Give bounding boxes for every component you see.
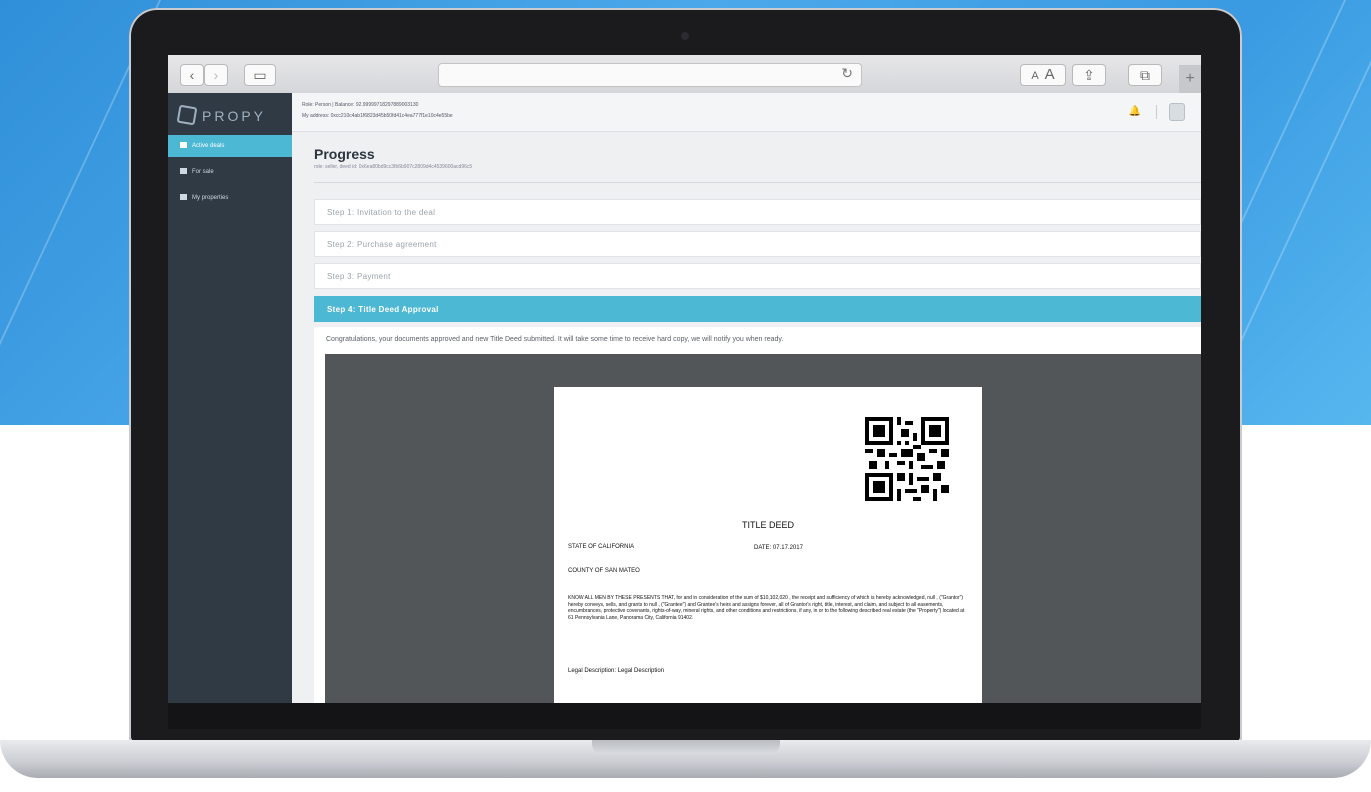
page-title: Progress <box>314 146 375 162</box>
tabs-icon: ⧉ <box>1140 67 1150 83</box>
logo-text: PROPY <box>202 108 267 124</box>
font-small-button[interactable]: A <box>1031 70 1038 82</box>
step-4[interactable]: Step 4: Title Deed Approval <box>314 296 1201 322</box>
propy-logo[interactable]: PROPY <box>176 104 267 127</box>
sidebar-item-label: For sale <box>192 169 214 175</box>
forward-button[interactable]: › <box>204 64 228 86</box>
sidebar-item-for-sale[interactable]: For sale <box>168 161 292 183</box>
home-icon <box>180 168 187 174</box>
app-header: Role: Person | Balance: 92.9999971829788… <box>292 93 1201 132</box>
share-icon: ⇪ <box>1083 67 1095 83</box>
share-button[interactable]: ⇪ <box>1072 64 1106 86</box>
chevron-right-icon: › <box>213 67 219 83</box>
camera <box>681 32 689 40</box>
deed-legal-description: Legal Description: Legal Description <box>568 668 665 674</box>
congrats-message: Congratulations, your documents approved… <box>326 336 784 343</box>
notification-bell-icon[interactable]: 🔔 <box>1129 106 1141 117</box>
house-logo-icon <box>176 104 198 126</box>
sidebar-item-my-properties[interactable]: My properties <box>168 187 292 209</box>
deed-body: KNOW ALL MEN BY THESE PRESENTS THAT, for… <box>568 595 965 621</box>
chevron-left-icon: ‹ <box>189 67 195 83</box>
sidebar-item-label: My properties <box>192 195 229 201</box>
user-avatar[interactable] <box>1169 103 1185 121</box>
main-content: Progress role: seller, deed id: 0x6ea80b… <box>292 132 1201 703</box>
deal-subtitle: role: seller, deed id: 0x6ea80bd9cc3fb6b… <box>314 164 473 170</box>
font-large-button[interactable]: A <box>1045 66 1055 83</box>
font-size-control[interactable]: AA <box>1020 64 1066 86</box>
home-icon <box>180 194 187 200</box>
sidebar-toggle-icon: ▭ <box>253 67 267 83</box>
qr-code-icon <box>865 417 949 501</box>
screen: ‹ › ▭ ↻ AA ⇪ ⧉ + PROPY Active deals For … <box>168 55 1201 703</box>
new-tab-button[interactable]: + <box>1179 65 1201 93</box>
deals-icon <box>180 142 187 148</box>
plus-icon: + <box>1185 70 1195 87</box>
app-sidebar: PROPY Active deals For sale My propertie… <box>168 93 292 703</box>
title-deed-document: TITLE DEED STATE OF CALIFORNIA DATE: 07.… <box>554 387 982 703</box>
sidebar-toggle-button[interactable]: ▭ <box>244 64 276 86</box>
role-balance-text: Role: Person | Balance: 92.9999971829788… <box>302 102 419 108</box>
reload-icon[interactable]: ↻ <box>841 65 853 82</box>
pdf-viewer[interactable]: TITLE DEED STATE OF CALIFORNIA DATE: 07.… <box>325 354 1201 703</box>
tabs-button[interactable]: ⧉ <box>1128 64 1162 86</box>
deed-date: DATE: 07.17.2017 <box>754 545 803 551</box>
laptop-chin <box>168 703 1201 729</box>
sidebar-item-active-deals[interactable]: Active deals <box>168 135 292 157</box>
address-text: My address: 0xcc210c4ab1f6823d45b50fd41c… <box>302 113 453 119</box>
address-bar[interactable]: ↻ <box>438 63 862 87</box>
step-4-panel: Congratulations, your documents approved… <box>314 327 1201 703</box>
deed-state: STATE OF CALIFORNIA <box>568 544 635 550</box>
header-divider <box>1156 105 1157 119</box>
step-2[interactable]: Step 2: Purchase agreement <box>314 231 1201 257</box>
browser-toolbar: ‹ › ▭ ↻ AA ⇪ ⧉ + <box>168 55 1201 94</box>
sidebar-item-label: Active deals <box>192 143 225 149</box>
deed-county: COUNTY OF SAN MATEO <box>568 568 640 574</box>
step-3[interactable]: Step 3: Payment <box>314 263 1201 289</box>
laptop-notch <box>592 740 780 754</box>
back-button[interactable]: ‹ <box>180 64 204 86</box>
title-divider <box>314 182 1201 183</box>
deed-title: TITLE DEED <box>741 520 794 530</box>
step-1[interactable]: Step 1: Invitation to the deal <box>314 199 1201 225</box>
